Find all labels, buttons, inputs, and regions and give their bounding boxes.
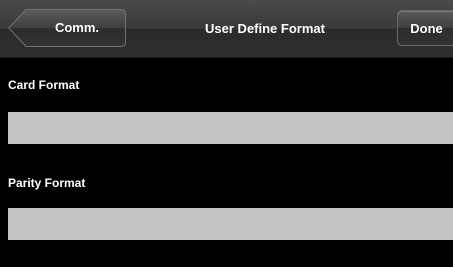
page-title: User Define Format: [205, 21, 325, 36]
title-bar: Comm. User Define Format Done: [0, 0, 453, 58]
screen: Comm. User Define Format Done Card Forma…: [0, 0, 453, 267]
card-format-input[interactable]: [8, 112, 453, 144]
back-button-label: Comm.: [54, 20, 100, 35]
card-format-label: Card Format: [8, 78, 80, 92]
parity-format-label: Parity Format: [8, 176, 86, 190]
parity-format-input[interactable]: [8, 208, 453, 240]
done-button[interactable]: Done: [397, 10, 453, 46]
back-button[interactable]: Comm.: [8, 9, 126, 47]
